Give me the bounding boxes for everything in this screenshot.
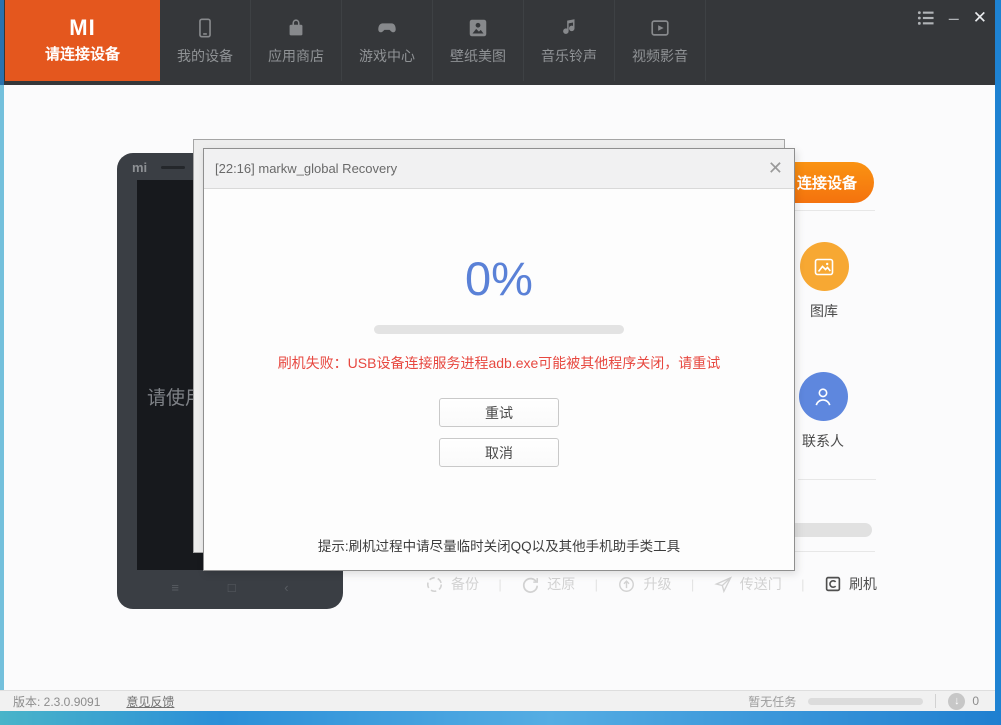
phone-home-icon: □ [228,580,236,595]
toolbar-separator: | [691,577,694,592]
toolbar-restore-button[interactable]: 还原 [521,574,575,594]
paper-plane-icon [714,575,733,594]
divider [798,479,876,480]
sidebar-item-contacts[interactable]: 联系人 [783,372,863,451]
toolbar-label: 备份 [451,574,479,594]
retry-button[interactable]: 重试 [439,398,559,427]
phone-speaker [161,166,185,169]
gamepad-icon [375,16,399,40]
progress-percent: 0% [204,251,794,306]
toolbar-label: 升级 [643,574,671,594]
phone-nav-buttons: ≡ □ ‹ [117,580,343,595]
tab-label: 视频影音 [632,46,688,66]
dialog-titlebar[interactable]: [22:16] markw_global Recovery ✕ [204,149,794,189]
dialog-close-icon[interactable]: ✕ [768,158,783,178]
tab-video[interactable]: 视频影音 [615,0,706,81]
divider [935,694,936,708]
restore-icon [521,575,540,594]
dialog-hint: 提示:刷机过程中请尽量临时关闭QQ以及其他手机助手类工具 [204,535,794,555]
tab-connect-device-label: 请连接设备 [45,43,120,64]
taskbar-strip [0,711,1001,725]
mi-logo: MI [69,17,95,39]
progress-bar [374,325,624,334]
feedback-link[interactable]: 意见反馈 [126,693,174,710]
top-nav-bar: MI 请连接设备 我的设备 应用商店 游戏中心 [0,0,1001,85]
tab-label: 音乐铃声 [541,46,597,66]
task-status: 暂无任务 ↓ 0 [748,693,979,710]
toolbar-upgrade-button[interactable]: 升级 [617,574,671,594]
flash-icon [824,575,842,593]
tasklist-icon[interactable] [917,8,935,28]
minimize-button[interactable]: – [949,8,959,28]
person-icon [810,384,836,410]
toolbar-label: 刷机 [849,574,877,594]
tab-app-store[interactable]: 应用商店 [251,0,342,81]
window-edge-left [0,85,4,690]
toolbar-flash-button[interactable]: 刷机 [824,574,877,594]
phone-back-icon: ‹ [284,580,288,595]
no-task-label: 暂无任务 [748,693,796,710]
close-button[interactable]: ✕ [973,8,987,28]
tab-game-center[interactable]: 游戏中心 [342,0,433,81]
upgrade-icon [617,575,636,594]
backup-icon [425,575,444,594]
tab-label: 我的设备 [177,46,233,66]
window-controls: – ✕ [917,8,987,28]
window-edge-right [995,0,1001,711]
flash-progress-dialog: [22:16] markw_global Recovery ✕ 0% 刷机失败：… [203,148,795,571]
dialog-title: [22:16] markw_global Recovery [215,149,397,188]
divider [793,210,875,211]
tab-connect-device[interactable]: MI 请连接设备 [5,0,160,81]
version-label: 版本: 2.3.0.9091 [13,693,100,710]
toolbar-backup-button[interactable]: 备份 [425,574,479,594]
dialog-body: 0% 刷机失败：USB设备连接服务进程adb.exe可能被其他程序关闭，请重试 … [204,189,794,571]
window-edge-left-top [0,0,4,85]
phone-menu-icon: ≡ [171,580,179,595]
sidebar-item-gallery[interactable]: 图库 [784,242,864,321]
wallpaper-icon [467,16,489,40]
sidebar-item-label: 联系人 [783,431,863,451]
tab-label: 游戏中心 [359,46,415,66]
toolbar-separator: | [801,577,804,592]
phone-icon [194,16,216,40]
phone-mi-logo: mi [132,160,147,175]
bottom-toolbar: 备份 | 还原 | 升级 | 传送门 | 刷机 [425,570,877,598]
download-count: 0 [972,694,979,708]
toolbar-separator: | [498,577,501,592]
status-bar: 版本: 2.3.0.9091 意见反馈 暂无任务 ↓ 0 [0,690,1001,711]
video-icon [649,16,671,40]
music-icon [558,16,580,40]
download-icon[interactable]: ↓ [948,693,965,710]
toolbar-portal-button[interactable]: 传送门 [714,574,782,594]
toolbar-label: 传送门 [740,574,782,594]
task-progress-bar [808,698,923,705]
tab-label: 应用商店 [268,46,324,66]
sidebar-item-label: 图库 [784,301,864,321]
toolbar-label: 还原 [547,574,575,594]
toolbar-separator: | [595,577,598,592]
image-icon [812,255,836,279]
tab-music[interactable]: 音乐铃声 [524,0,615,81]
tab-wallpapers[interactable]: 壁纸美图 [433,0,524,81]
contacts-circle [799,372,848,421]
nav-tabs: 我的设备 应用商店 游戏中心 壁纸美图 [160,0,706,81]
app-window: MI 请连接设备 我的设备 应用商店 游戏中心 [0,0,1001,725]
divider [795,551,875,552]
tab-label: 壁纸美图 [450,46,506,66]
cancel-button[interactable]: 取消 [439,438,559,467]
error-message: 刷机失败：USB设备连接服务进程adb.exe可能被其他程序关闭，请重试 [204,353,794,373]
bag-icon [285,16,307,40]
gallery-circle [800,242,849,291]
tab-my-device[interactable]: 我的设备 [160,0,251,81]
